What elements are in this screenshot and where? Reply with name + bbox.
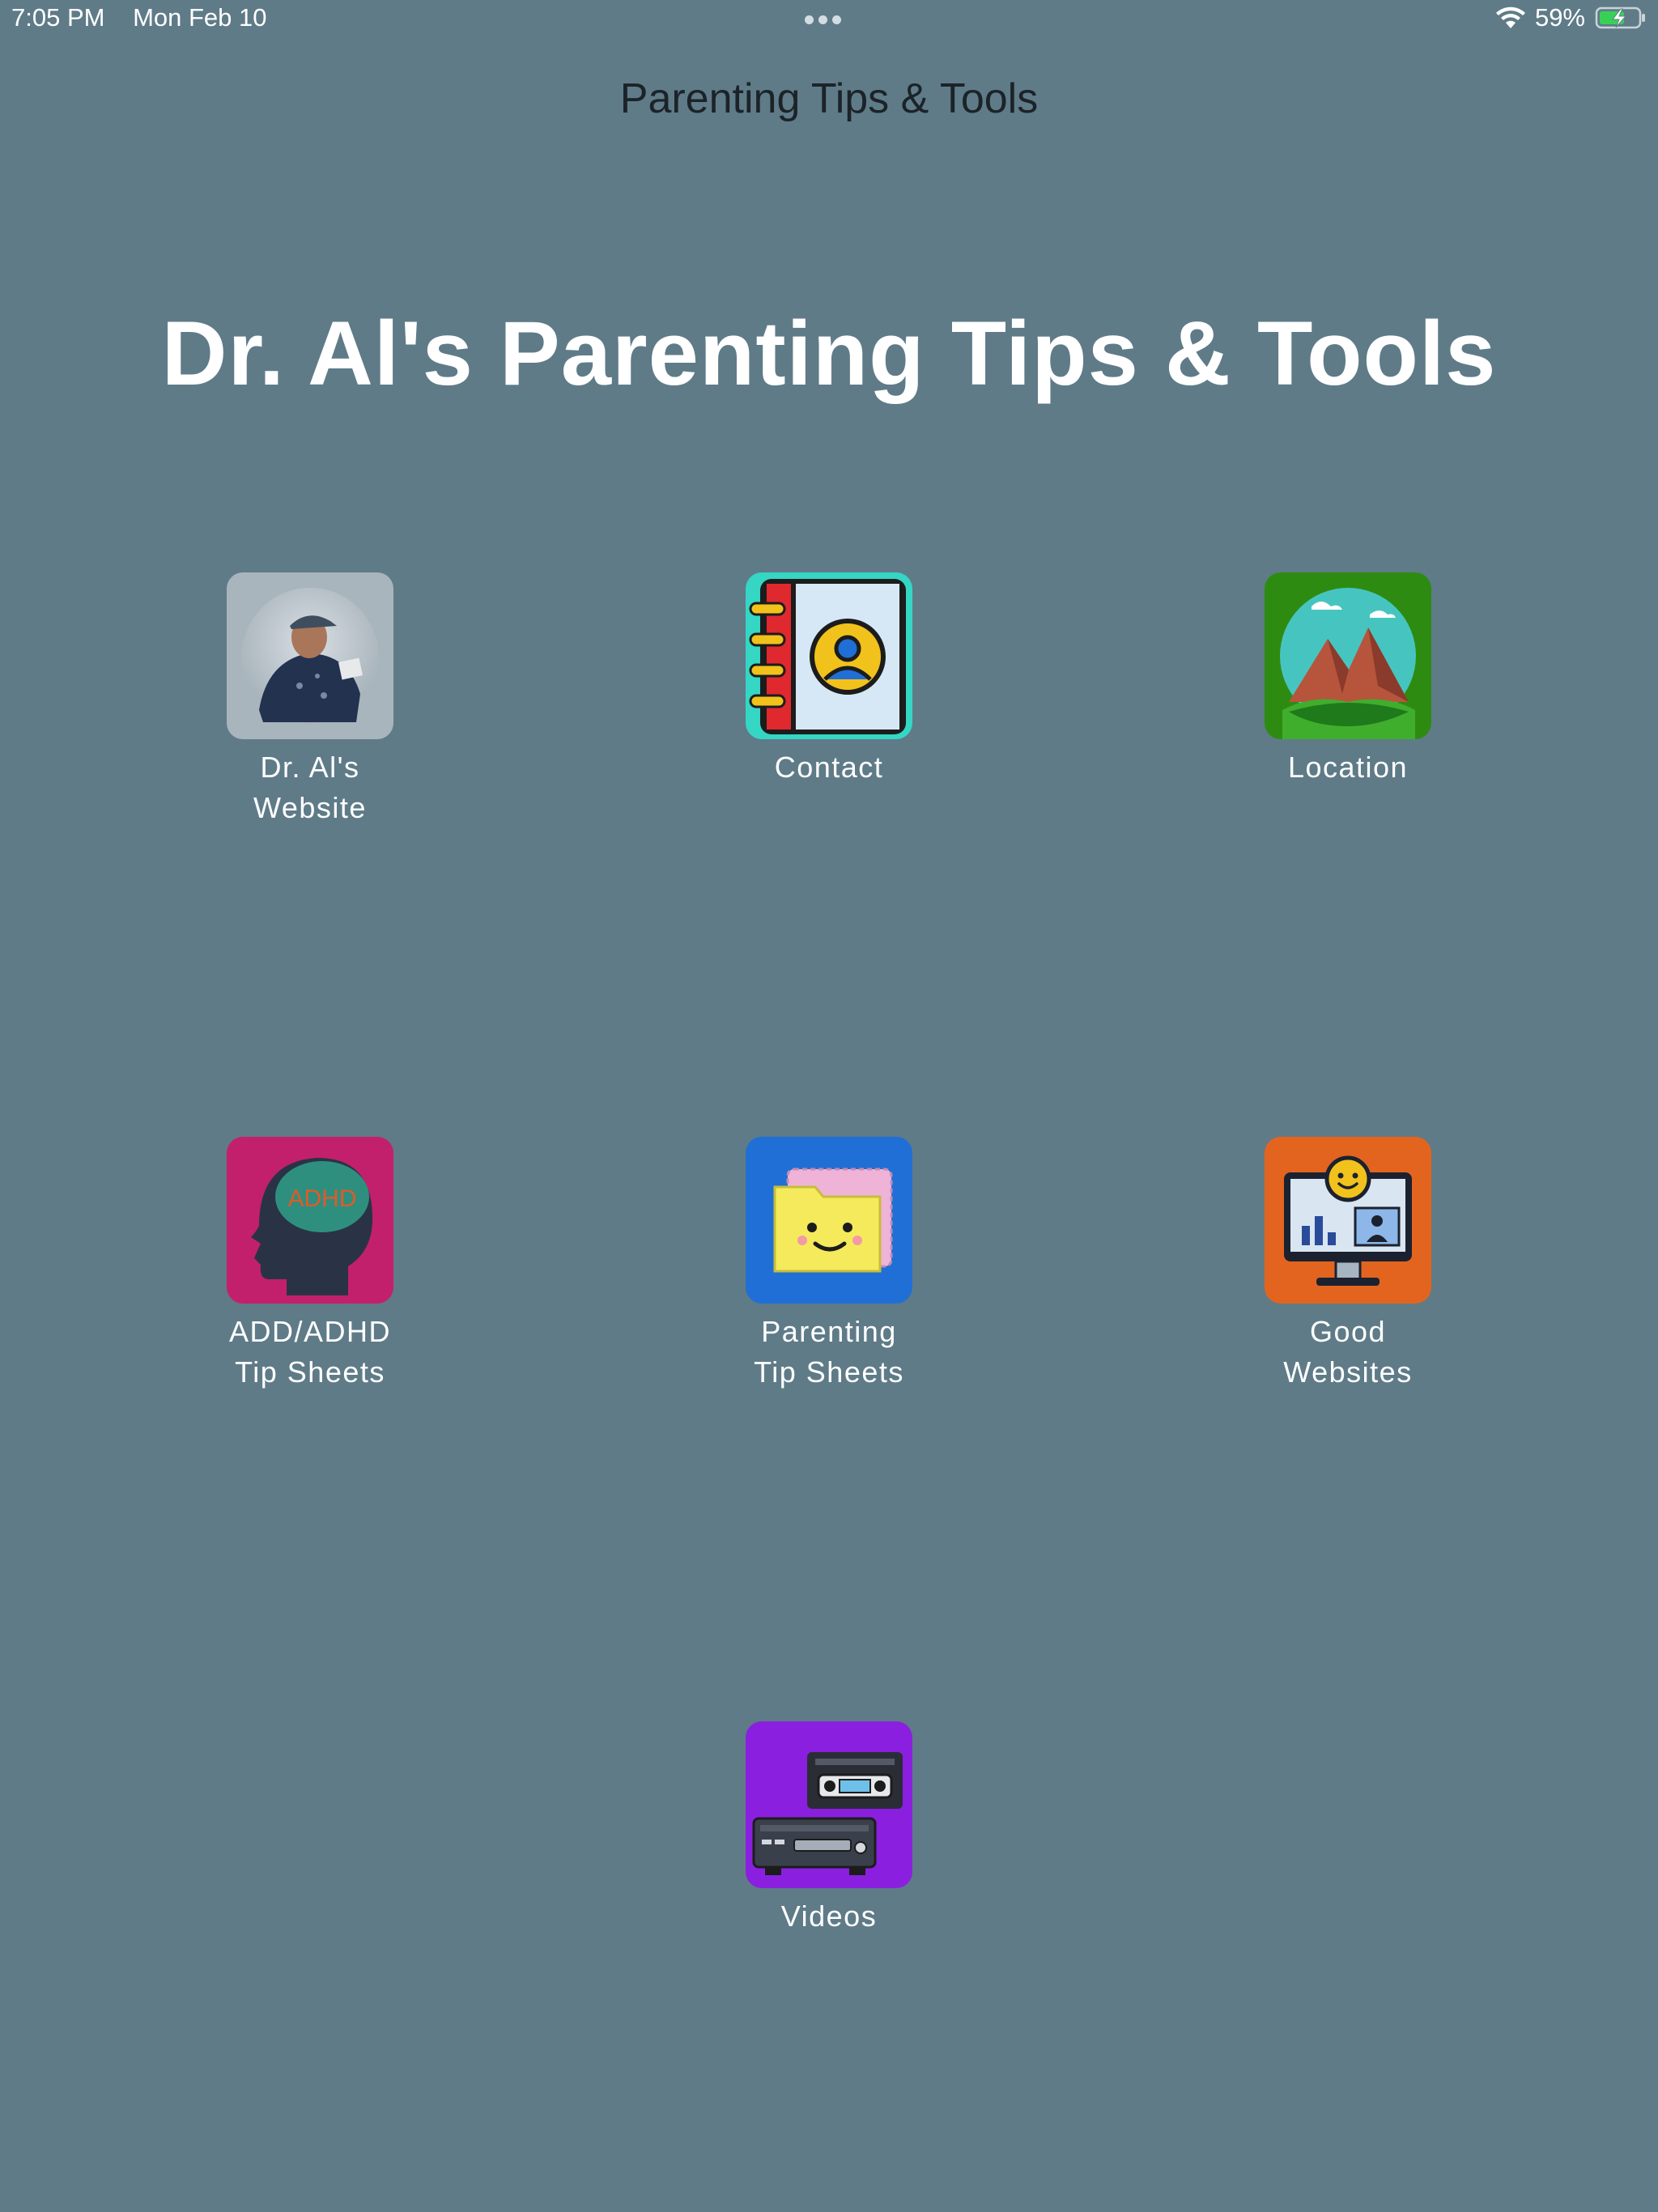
tile-label: Location: [1287, 751, 1409, 784]
tile-videos[interactable]: Videos: [708, 1721, 950, 1937]
tile-label: Videos: [780, 1899, 878, 1933]
status-bar: 7:05 PM Mon Feb 10 59%: [0, 0, 1658, 40]
tile-label: Dr. Al's Website: [253, 751, 367, 824]
address-book-icon[interactable]: [746, 572, 912, 739]
status-right: 59%: [1494, 3, 1647, 32]
adhd-icon-text: ADHD: [287, 1185, 356, 1212]
tile-label: Good Websites: [1283, 1315, 1413, 1389]
status-left: 7:05 PM Mon Feb 10: [11, 3, 267, 32]
vcr-cassette-icon[interactable]: [746, 1721, 912, 1888]
battery-percent: 59%: [1534, 3, 1585, 32]
status-time: 7:05 PM: [11, 3, 105, 32]
battery-charging-icon: [1595, 6, 1645, 29]
wifi-icon: [1495, 6, 1525, 28]
tile-location[interactable]: Location: [1226, 572, 1469, 788]
tile-contact[interactable]: Contact: [708, 572, 950, 788]
tile-parenting-tip-sheets[interactable]: Parenting Tip Sheets: [708, 1137, 950, 1393]
tile-label: Parenting Tip Sheets: [754, 1315, 904, 1389]
status-date: Mon Feb 10: [133, 3, 267, 32]
multitasking-dots-icon[interactable]: [805, 14, 853, 25]
tile-label: Contact: [774, 751, 884, 784]
nav-title: Parenting Tips & Tools: [619, 75, 1039, 122]
page-title: Dr. Al's Parenting Tips & Tools: [161, 303, 1497, 404]
profile-photo-icon[interactable]: [227, 572, 393, 739]
tile-good-websites[interactable]: Good Websites: [1226, 1137, 1469, 1393]
tile-add-adhd-tip-sheets[interactable]: ADHD ADD/ADHD Tip Sheets: [189, 1137, 432, 1393]
tile-dr-als-website[interactable]: Dr. Al's Website: [189, 572, 432, 828]
mountain-landscape-icon[interactable]: [1265, 572, 1431, 739]
tile-label: ADD/ADHD Tip Sheets: [228, 1315, 391, 1389]
adhd-head-icon[interactable]: ADHD: [227, 1137, 393, 1304]
smiley-folder-icon[interactable]: [746, 1137, 912, 1304]
monitor-dashboard-icon[interactable]: [1265, 1137, 1431, 1304]
